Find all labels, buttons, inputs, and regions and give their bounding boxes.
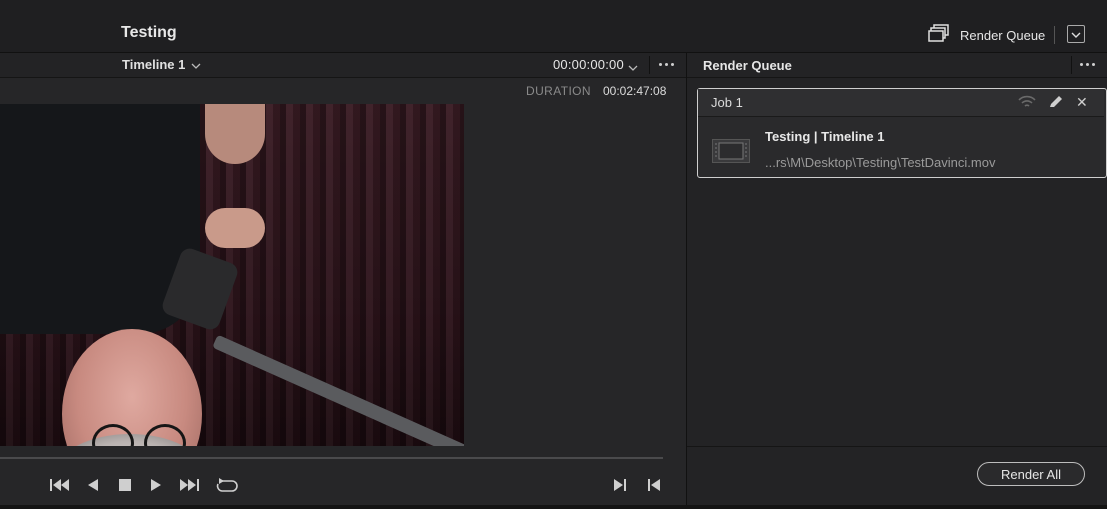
play-reverse-button[interactable]: [87, 479, 99, 495]
video-subject-hand: [205, 104, 265, 164]
render-job-header: [698, 89, 1104, 117]
more-dots-icon: [665, 63, 668, 66]
video-subject-arm: [205, 208, 265, 248]
render-queue-more-options[interactable]: [1080, 63, 1095, 66]
more-dots-icon: [1080, 63, 1083, 66]
previous-marker-button[interactable]: [647, 479, 661, 495]
chevron-down-icon: [1071, 25, 1081, 43]
next-marker-button[interactable]: [613, 479, 627, 495]
close-icon: ✕: [1076, 94, 1088, 110]
chevron-down-icon[interactable]: [628, 58, 638, 76]
skip-back-icon: [50, 478, 70, 496]
jump-to-start-button[interactable]: [49, 479, 71, 495]
remove-job-button[interactable]: ✕: [1076, 95, 1088, 109]
render-job-name: Testing | Timeline 1: [765, 129, 885, 144]
project-title: Testing: [121, 24, 177, 41]
more-dots-icon: [659, 63, 662, 66]
video-frame[interactable]: [0, 104, 464, 446]
more-dots-icon: [671, 63, 674, 66]
film-icon: [712, 139, 750, 163]
more-dots-icon: [1092, 63, 1095, 66]
edit-job-button[interactable]: [1048, 95, 1064, 114]
viewer-more-options[interactable]: [659, 63, 674, 66]
jump-to-end-button[interactable]: [178, 479, 200, 495]
render-queue-icon: [928, 23, 950, 47]
duration-value: 00:02:47:08: [603, 84, 667, 98]
render-queue-toggle[interactable]: Render Queue: [928, 23, 1046, 47]
scrubber-track[interactable]: [0, 457, 663, 459]
render-all-button[interactable]: Render All: [977, 462, 1085, 486]
divider: [649, 56, 650, 74]
bottom-strip: [0, 505, 1107, 509]
next-frame-icon: [614, 478, 626, 496]
play-button[interactable]: [150, 479, 162, 495]
render-queue-label: Render Queue: [960, 27, 1046, 43]
duration-label: DURATION: [526, 84, 591, 98]
remote-render-icon[interactable]: [1017, 95, 1037, 114]
render-queue-title: Render Queue: [703, 58, 792, 73]
video-mic-boom: [212, 334, 464, 446]
timeline-selector[interactable]: Timeline 1: [122, 57, 201, 72]
render-job-title: Job 1: [711, 95, 743, 110]
play-icon: [151, 478, 161, 496]
previous-frame-icon: [648, 478, 660, 496]
pencil-icon: [1048, 96, 1064, 113]
timeline-name: Timeline 1: [122, 57, 186, 72]
expand-button[interactable]: [1067, 25, 1085, 43]
divider: [687, 446, 1107, 447]
play-reverse-icon: [88, 478, 98, 496]
timecode-display[interactable]: 00:00:00:00: [553, 57, 624, 72]
chevron-down-icon: [191, 57, 201, 72]
more-dots-icon: [1086, 63, 1089, 66]
stop-icon: [119, 478, 131, 496]
video-subject-face: [62, 329, 202, 446]
loop-icon: [216, 477, 238, 497]
loop-button[interactable]: [216, 477, 238, 497]
divider: [1054, 26, 1055, 44]
skip-forward-icon: [179, 478, 199, 496]
stop-button[interactable]: [118, 479, 132, 495]
divider: [1071, 56, 1072, 74]
render-job-path: ...rs\M\Desktop\Testing\TestDavinci.mov: [765, 155, 996, 170]
